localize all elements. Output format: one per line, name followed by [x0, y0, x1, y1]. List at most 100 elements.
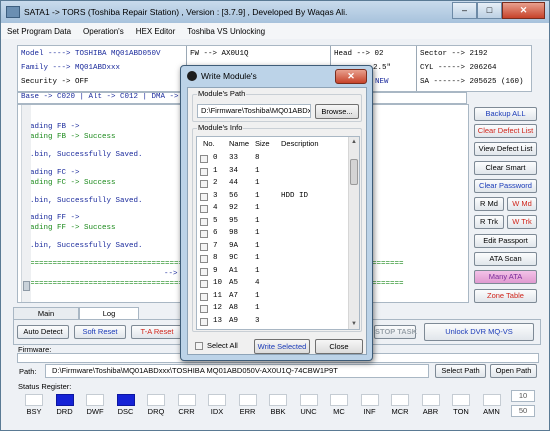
select-all-checkbox[interactable]: Select All: [195, 341, 245, 351]
status-indicator: [177, 394, 196, 406]
path-field[interactable]: D:\Firmware\Toshiba\MQ01ABDxxx\TOSHIBA M…: [45, 364, 429, 378]
module-name: A8: [229, 304, 239, 312]
write-trk-button[interactable]: W Trk: [507, 215, 537, 229]
scroll-down-icon[interactable]: ▼: [349, 319, 359, 329]
log-line: FF.bin, Successfully Saved.: [21, 242, 143, 250]
status-label: INF: [363, 407, 376, 416]
modules-path-label: Module's Path: [197, 89, 247, 98]
select-path-button[interactable]: Select Path: [435, 364, 486, 378]
module-row[interactable]: 13 A9 3: [197, 316, 349, 328]
module-checkbox[interactable]: [200, 267, 208, 276]
scroll-up-icon[interactable]: ▲: [349, 137, 359, 147]
module-row[interactable]: 12 A8 1: [197, 303, 349, 315]
module-no: 12: [213, 304, 223, 312]
module-checkbox[interactable]: [200, 305, 208, 313]
module-size: 1: [255, 254, 260, 262]
module-row[interactable]: 10 A5 4: [197, 278, 349, 290]
module-row[interactable]: 5 95 1: [197, 216, 349, 228]
menu-hex-editor[interactable]: HEX Editor: [130, 27, 182, 36]
app-icon: [6, 6, 20, 18]
clear-defect-list-button[interactable]: Clear Defect List: [474, 124, 537, 138]
zone-table-button[interactable]: Zone Table: [474, 289, 537, 303]
clear-password-button[interactable]: Clear Password: [474, 179, 537, 193]
dialog-close-button[interactable]: Close: [315, 339, 363, 354]
many-ata-button[interactable]: Many ATA: [474, 270, 537, 284]
menu-set-program-data[interactable]: Set Program Data: [1, 27, 77, 36]
module-row[interactable]: 1 34 1: [197, 166, 349, 178]
soft-reset-button[interactable]: Soft Reset: [74, 325, 126, 339]
ta-reset-button[interactable]: T-A Reset: [131, 325, 183, 339]
module-checkbox[interactable]: [200, 167, 208, 176]
module-name: A9: [229, 316, 239, 325]
write-modules-dialog: Write Module's ✕ Module's Path D:\Firmwa…: [180, 65, 373, 361]
module-row[interactable]: 3 56 1 HDD ID: [197, 191, 349, 203]
auto-detect-button[interactable]: Auto Detect: [17, 325, 69, 339]
read-trk-button[interactable]: R Trk: [474, 215, 504, 229]
stop-task-button[interactable]: STOP TASK: [374, 325, 417, 339]
modules-list-scrollbar[interactable]: ▲ ▼: [348, 137, 359, 329]
module-checkbox[interactable]: [200, 280, 208, 288]
module-checkbox[interactable]: [200, 180, 208, 188]
fw-info: FW --> AX0U1Q: [190, 50, 249, 58]
status-indicator: [238, 394, 257, 406]
menu-operations[interactable]: Operation's: [77, 27, 130, 36]
module-checkbox[interactable]: [200, 230, 208, 238]
status-indicator: [147, 394, 165, 406]
browse-button[interactable]: Browse...: [315, 104, 359, 119]
module-row[interactable]: 4 92 1: [197, 203, 349, 215]
module-row[interactable]: 14 AA 2: [197, 328, 349, 330]
module-description: HDD ID: [281, 191, 309, 200]
dialog-app-icon: [187, 71, 197, 81]
module-checkbox[interactable]: [200, 217, 208, 226]
menu-bar: Set Program Data Operation's HEX Editor …: [1, 23, 549, 39]
view-defect-list-button[interactable]: View Defect List: [474, 142, 537, 156]
module-checkbox[interactable]: [200, 155, 208, 163]
status-label: DRD: [56, 407, 73, 416]
module-row[interactable]: 9 A1 1: [197, 266, 349, 278]
form-factor-info: 2.5": [373, 64, 392, 72]
list-header: No. Name Size Description: [197, 137, 349, 150]
unlock-dvr-button[interactable]: Unlock DVR MQ-VS: [424, 323, 534, 341]
module-checkbox[interactable]: [200, 205, 208, 213]
maximize-button[interactable]: □: [477, 1, 502, 19]
module-checkbox[interactable]: [200, 192, 208, 201]
minimize-button[interactable]: –: [452, 1, 477, 19]
module-size: 1: [255, 166, 260, 175]
modules-path-field[interactable]: D:\Firmware\Toshiba\MQ01ABDxxx: [197, 104, 311, 118]
module-row[interactable]: 0 33 8: [197, 153, 349, 165]
edit-passport-button[interactable]: Edit Passport: [474, 234, 537, 248]
module-row[interactable]: 8 9C 1: [197, 253, 349, 265]
sa-info: SA ------> 205625 (160): [420, 78, 524, 86]
module-row[interactable]: 6 98 1: [197, 228, 349, 240]
dialog-close-icon[interactable]: ✕: [335, 68, 367, 84]
module-no: 3: [213, 191, 218, 200]
status-label: CRR: [178, 407, 195, 416]
close-window-button[interactable]: ✕: [502, 1, 545, 19]
menu-toshiba-vs-unlocking[interactable]: Toshiba VS Unlocking: [181, 27, 271, 36]
status-indicator: [55, 394, 74, 406]
log-line: FC.bin, Successfully Saved.: [21, 197, 143, 205]
write-md-button[interactable]: W Md: [507, 197, 537, 211]
module-name: 95: [229, 216, 239, 225]
sector-info: Sector --> 2192: [420, 50, 488, 58]
module-no: 0: [213, 154, 218, 162]
module-row[interactable]: 11 A7 1: [197, 291, 349, 303]
write-selected-button[interactable]: Write Selected: [254, 339, 310, 354]
security-info: Security -> OFF: [21, 78, 89, 86]
module-checkbox[interactable]: [200, 255, 208, 263]
module-name: AA: [229, 329, 238, 330]
module-checkbox[interactable]: [200, 317, 208, 326]
module-row[interactable]: 2 44 1: [197, 178, 349, 190]
backup-all-button[interactable]: Backup ALL: [474, 107, 537, 121]
module-checkbox[interactable]: [200, 242, 208, 251]
module-checkbox[interactable]: [200, 292, 208, 301]
module-name: 9A: [229, 241, 239, 250]
open-path-button[interactable]: Open Path: [490, 364, 537, 378]
clear-smart-button[interactable]: Clear Smart: [474, 161, 537, 175]
module-row[interactable]: 7 9A 1: [197, 241, 349, 253]
read-md-button[interactable]: R Md: [474, 197, 504, 211]
status-indicator: [482, 394, 501, 406]
ata-scan-button[interactable]: ATA Scan: [474, 252, 537, 266]
status-label: AMN: [483, 407, 500, 416]
log-scrollbar[interactable]: [21, 105, 31, 302]
